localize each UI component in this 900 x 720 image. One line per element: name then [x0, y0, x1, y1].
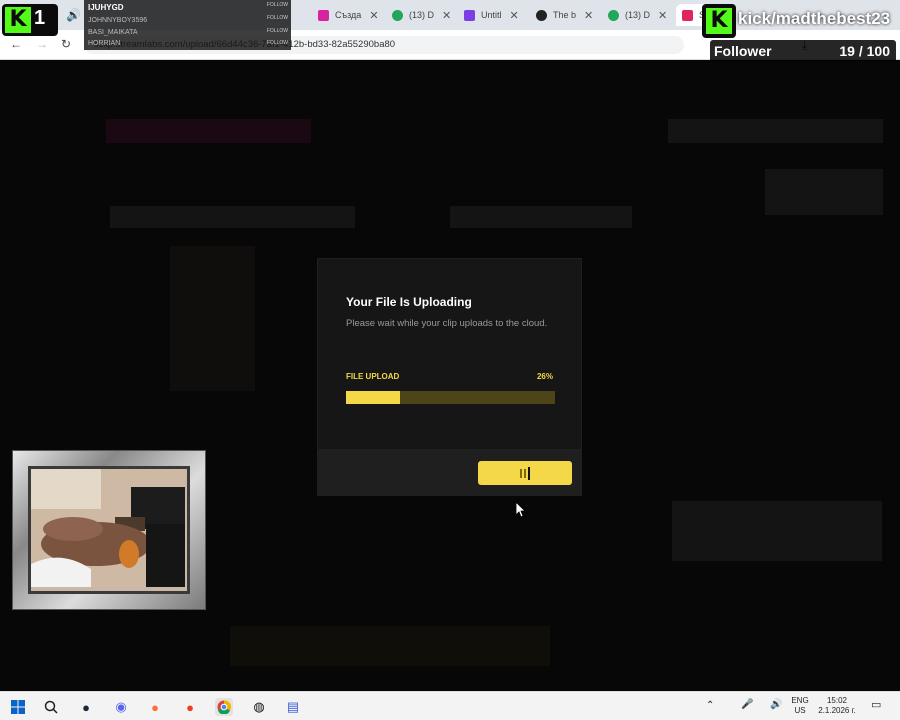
chat-action: FOLLOW — [266, 40, 288, 46]
browser-tab[interactable]: (13) D ✕ — [608, 4, 667, 26]
kick-badge: K — [702, 4, 736, 38]
streamlabs-icon — [682, 9, 693, 21]
webcam-feed — [28, 466, 190, 594]
windows-taskbar: ● ◉ ● ● ◍ ▤ ⌃ 🎤 🔊 ENG US 15:02 2.1.2026 … — [0, 691, 900, 720]
chat-username: JOHNNYBOY3596 — [88, 17, 148, 24]
ghost-panel — [672, 501, 882, 561]
instagram-icon — [318, 9, 329, 21]
clock[interactable]: 15:02 2.1.2026 г. — [812, 696, 862, 716]
close-tab-icon[interactable]: ✕ — [658, 9, 667, 22]
chrome-icon[interactable] — [215, 698, 233, 716]
clock-date: 2.1.2026 г. — [818, 706, 856, 715]
microphone-icon[interactable]: 🎤 — [741, 700, 753, 710]
chat-username: BASI_MAIKATA — [88, 29, 138, 36]
ghost-header — [668, 119, 883, 143]
chat-action: FOLLOW — [266, 28, 288, 34]
tab-label: (13) D — [409, 10, 435, 20]
chat-overlay: IJUHYGD FOLLOW JOHNNYBOY3596 FOLLOW BASI… — [84, 0, 291, 50]
upload-modal: Your File Is Uploading Please wait while… — [317, 258, 582, 496]
tab-label: The b — [553, 10, 577, 20]
chat-action: FOLLOW — [266, 2, 288, 8]
back-icon[interactable]: ← — [10, 37, 22, 51]
browser-tab[interactable]: Untitl ✕ — [464, 4, 519, 26]
tab-label: Untitl — [481, 10, 502, 20]
upload-progress-label: FILE UPLOAD — [346, 372, 400, 381]
kick-viewer-count: 1 — [34, 7, 46, 29]
close-tab-icon[interactable]: ✕ — [510, 9, 519, 22]
upload-progress-track — [346, 391, 555, 404]
discord-icon — [392, 9, 403, 21]
close-tab-icon[interactable]: ✕ — [584, 9, 593, 22]
follower-goal-label: Follower — [714, 43, 772, 59]
ghost-row — [110, 206, 355, 228]
chat-username: HORRIAN — [88, 40, 121, 47]
browser-tab[interactable]: (13) D ✕ — [392, 4, 451, 26]
speaker-icon[interactable]: 🔊 — [66, 8, 81, 22]
discord-icon[interactable]: ◉ — [112, 698, 130, 716]
reload-icon[interactable]: ↻ — [61, 37, 71, 51]
ghost-header — [106, 119, 311, 143]
modal-subtitle: Please wait while your clip uploads to t… — [346, 318, 548, 329]
tab-label: (13) D — [625, 10, 651, 20]
modal-footer — [318, 449, 581, 495]
upload-progress-percent: 26% — [536, 372, 553, 381]
ghost-row — [450, 206, 632, 228]
kick-viewer-badge: K 1 — [2, 4, 58, 36]
discord-icon — [608, 9, 619, 21]
search-icon[interactable] — [42, 698, 60, 716]
windows-start-icon[interactable] — [9, 698, 27, 716]
obs-icon[interactable]: ◍ — [250, 698, 268, 716]
upload-progress-fill — [346, 391, 401, 404]
language-code: ENG — [791, 696, 809, 705]
forward-icon[interactable]: → — [36, 37, 48, 51]
close-tab-icon[interactable]: ✕ — [369, 9, 378, 22]
language-indicator[interactable]: ENG US — [788, 696, 812, 716]
loading-spinner-icon — [528, 466, 530, 480]
screen: 🔊 Създа ✕ (13) D ✕ Untitl ✕ The b ✕ (13)… — [0, 0, 900, 720]
firefox-icon[interactable]: ● — [146, 698, 164, 716]
chat-username: IJUHYGD — [88, 3, 124, 12]
ea-app-icon[interactable]: ● — [181, 698, 199, 716]
clock-time: 15:02 — [826, 696, 848, 705]
notepad-icon[interactable]: ▤ — [284, 698, 302, 716]
clipchamp-icon — [464, 9, 475, 21]
browser-tab[interactable]: Създа ✕ — [318, 4, 379, 26]
github-icon — [536, 9, 547, 21]
kick-logo-icon: K — [706, 8, 732, 34]
chevron-up-icon[interactable]: ⌃ — [706, 701, 714, 711]
volume-icon[interactable]: 🔊 — [770, 700, 782, 710]
modal-title: Your File Is Uploading — [346, 295, 472, 309]
ghost-panel — [765, 169, 883, 215]
loading-spinner-icon — [524, 468, 526, 478]
mouse-cursor-icon — [516, 502, 526, 517]
ghost-timeline — [230, 626, 550, 666]
steam-icon[interactable]: ● — [77, 698, 95, 716]
uploading-button[interactable] — [478, 461, 572, 485]
follower-goal-count: 19 / 100 — [839, 43, 890, 59]
keyboard-layout: US — [794, 706, 806, 715]
webcam-frame — [12, 450, 206, 610]
kick-handle: kick/madthebest23 — [738, 9, 891, 28]
close-tab-icon[interactable]: ✕ — [442, 9, 451, 22]
browser-tab[interactable]: The b ✕ — [536, 4, 593, 26]
notifications-icon[interactable]: ▭ — [871, 700, 881, 711]
kick-logo-icon: K — [5, 7, 31, 33]
webcam-scene — [31, 469, 185, 587]
chat-action: FOLLOW — [266, 15, 288, 21]
tab-label: Създа — [335, 10, 362, 20]
ghost-thumbnail — [170, 246, 255, 391]
loading-spinner-icon — [520, 468, 522, 478]
